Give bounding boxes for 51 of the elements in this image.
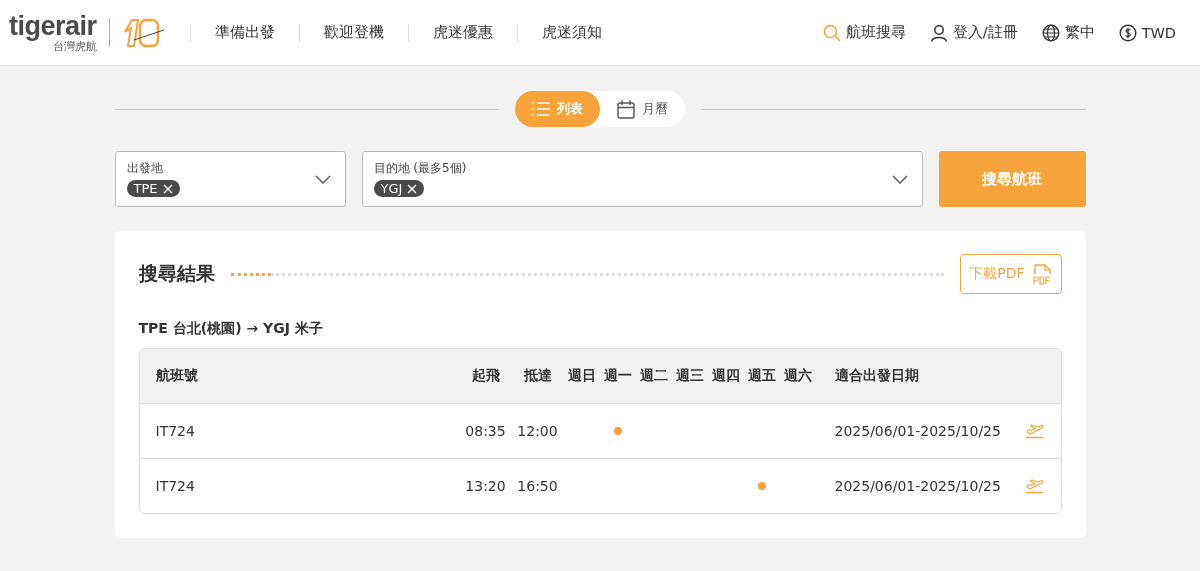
view-tab[interactable]: 月曆 [600, 91, 685, 127]
table-cell-text: 16:50 [516, 478, 559, 494]
operating-day-dot [757, 482, 766, 490]
column-header: 週四 [710, 367, 741, 385]
column-header: 適合出發日期 [833, 367, 920, 385]
list-icon [532, 101, 550, 117]
column-header: 週日 [566, 367, 597, 385]
brand-logo-text[interactable]: tigerair [9, 13, 97, 40]
column-header: 週六 [782, 367, 813, 385]
field-label: 出發地 [126, 160, 164, 177]
brand-subtitle: 台灣虎航 [52, 41, 97, 52]
nav-link[interactable]: 虎迷優惠 [408, 23, 517, 42]
table-cell-text: 13:20 [464, 478, 507, 494]
table-cell-text: 2025/06/01-2025/10/25 [833, 478, 1002, 494]
column-header: 週三 [674, 367, 705, 385]
dollar-icon [1118, 23, 1137, 42]
column-header: 起飛 [470, 367, 501, 385]
nav-link[interactable]: 準備出發 [190, 23, 299, 42]
table-cell-text: 12:00 [516, 423, 559, 439]
table-cell-text: IT724 [155, 478, 196, 494]
destination-select[interactable]: 目的地 (最多5個) YGJ [361, 151, 923, 207]
table-cell-text: 08:35 [464, 423, 507, 439]
column-header: 週二 [638, 367, 669, 385]
airport-tag[interactable]: YGJ [373, 180, 425, 197]
table-cell-text: IT724 [155, 423, 196, 439]
airport-tag[interactable]: TPE [126, 180, 180, 197]
header-link[interactable]: 航班搜尋 [822, 23, 906, 42]
header-link[interactable]: 繁中 [1041, 23, 1095, 42]
search-icon [822, 23, 841, 42]
nav-link[interactable]: 歡迎登機 [299, 23, 408, 42]
globe-icon [1041, 23, 1060, 42]
remove-icon[interactable] [162, 183, 173, 194]
calendar-icon [617, 99, 635, 119]
user-icon [929, 23, 948, 42]
section-title: 搜尋結果 [138, 261, 215, 286]
chevron-down-icon [891, 175, 908, 184]
operating-day-dot [613, 427, 622, 435]
column-header: 抵達 [522, 367, 553, 385]
column-header: 週一 [602, 367, 633, 385]
route-heading: TPE 台北(桃園) → YGJ 米子 [138, 320, 324, 338]
pdf-file-icon [1032, 263, 1051, 285]
column-header: 週五 [746, 367, 777, 385]
field-label: 目的地 (最多5個) [373, 160, 468, 177]
table-cell-text: 2025/06/01-2025/10/25 [833, 423, 1002, 439]
header-link[interactable]: TWD [1118, 23, 1176, 42]
chevron-down-icon [314, 175, 331, 184]
nav-link[interactable]: 虎迷須知 [517, 23, 626, 42]
header-link[interactable]: 登入/註冊 [929, 23, 1018, 42]
remove-icon[interactable] [407, 183, 418, 194]
origin-select[interactable]: 出發地 TPE [114, 151, 346, 207]
column-header: 航班號 [155, 367, 199, 385]
